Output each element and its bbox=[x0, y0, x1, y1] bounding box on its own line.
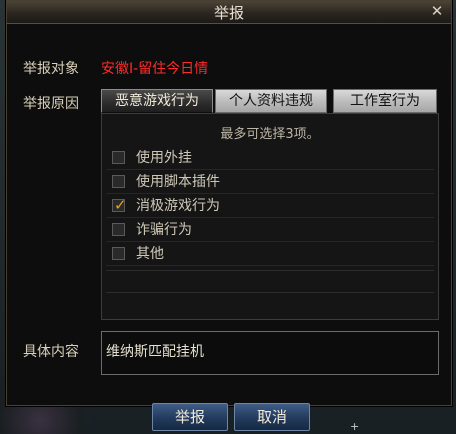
checkmark-icon: ✓ bbox=[114, 196, 127, 214]
plus-icon: + bbox=[350, 420, 360, 433]
checkbox[interactable] bbox=[112, 223, 125, 236]
option-script-plugin[interactable]: 使用脚本插件 bbox=[106, 172, 434, 194]
option-label: 其他 bbox=[136, 246, 164, 262]
selection-hint: 最多可选择3项。 bbox=[220, 127, 320, 142]
reason-options-panel: 最多可选择3项。 使用外挂 使用脚本插件 ✓ 消极游戏行为 诈骗行为 其他 bbox=[101, 113, 439, 320]
option-label: 使用脚本插件 bbox=[136, 174, 220, 190]
target-value: 安徽I-留住今日情 bbox=[101, 61, 209, 77]
reason-label: 举报原因 bbox=[23, 96, 79, 112]
tab-malicious-behavior[interactable]: 恶意游戏行为 bbox=[101, 89, 213, 113]
checkbox-checked[interactable]: ✓ bbox=[112, 196, 127, 214]
option-label: 消极游戏行为 bbox=[136, 198, 220, 214]
option-other[interactable]: 其他 bbox=[106, 244, 434, 266]
dialog-title: 举报 bbox=[213, 4, 244, 22]
target-label: 举报对象 bbox=[23, 61, 79, 77]
checkbox[interactable] bbox=[112, 151, 125, 164]
empty-row bbox=[106, 270, 434, 293]
title-bar: 举报 ✕ bbox=[7, 1, 451, 24]
option-label: 诈骗行为 bbox=[136, 222, 192, 238]
checkbox[interactable] bbox=[112, 175, 125, 188]
submit-report-button[interactable]: 举报 bbox=[152, 403, 228, 431]
option-negative-play[interactable]: ✓ 消极游戏行为 bbox=[106, 196, 434, 218]
detail-label: 具体内容 bbox=[23, 344, 79, 360]
close-icon[interactable]: ✕ bbox=[429, 3, 445, 19]
option-fraud[interactable]: 诈骗行为 bbox=[106, 220, 434, 242]
detail-textarea[interactable]: 维纳斯匹配挂机 bbox=[101, 331, 439, 375]
checkbox[interactable] bbox=[112, 247, 125, 260]
option-cheat[interactable]: 使用外挂 bbox=[106, 148, 434, 170]
cancel-button[interactable]: 取消 bbox=[234, 403, 310, 431]
option-label: 使用外挂 bbox=[136, 150, 192, 166]
tab-studio-behavior[interactable]: 工作室行为 bbox=[333, 89, 437, 113]
empty-row bbox=[106, 292, 434, 315]
report-dialog: 举报 ✕ 举报对象 安徽I-留住今日情 举报原因 恶意游戏行为 个人资料违规 工… bbox=[6, 0, 452, 406]
tab-profile-violation[interactable]: 个人资料违规 bbox=[215, 89, 327, 113]
